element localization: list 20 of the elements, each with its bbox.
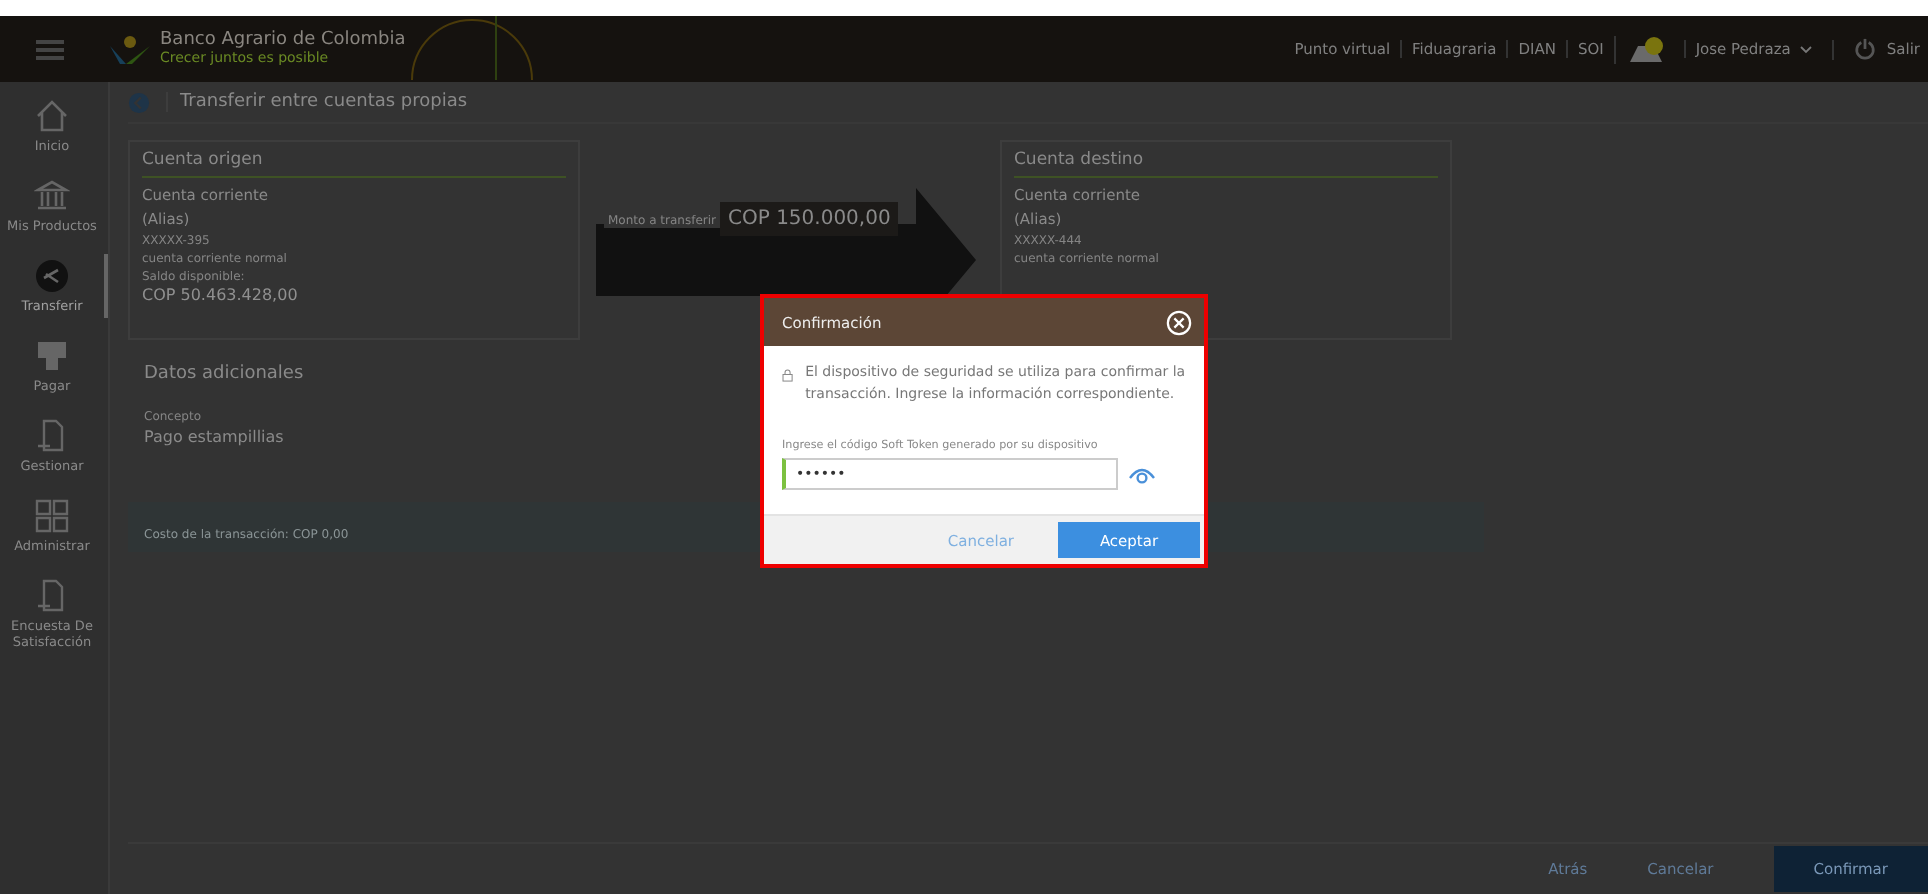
grid-icon: [34, 498, 70, 534]
eye-icon[interactable]: [1128, 464, 1156, 484]
amount-value: COP 150.000,00: [720, 202, 899, 236]
card-title: Cuenta destino: [1014, 150, 1438, 178]
close-icon[interactable]: [1166, 309, 1192, 335]
section-title: Datos adicionales: [144, 364, 304, 384]
card-title: Cuenta origen: [142, 150, 566, 178]
logo-icon: [108, 33, 152, 65]
power-icon[interactable]: [1854, 38, 1877, 60]
menu-icon[interactable]: [36, 39, 64, 59]
balance-amount: COP 50.463.428,00: [142, 286, 300, 304]
decoration-drawing: [410, 16, 534, 80]
page-title: Transferir entre cuentas propias: [166, 92, 468, 112]
bank-name: Banco Agrario de Colombia: [160, 31, 406, 51]
exchange-icon: [34, 258, 70, 294]
bank-icon: [34, 178, 70, 214]
home-icon: [34, 98, 70, 134]
caret-icon[interactable]: [1800, 45, 1813, 53]
concept-value: Pago estampillias: [144, 426, 284, 450]
terminal-icon: [34, 338, 70, 374]
